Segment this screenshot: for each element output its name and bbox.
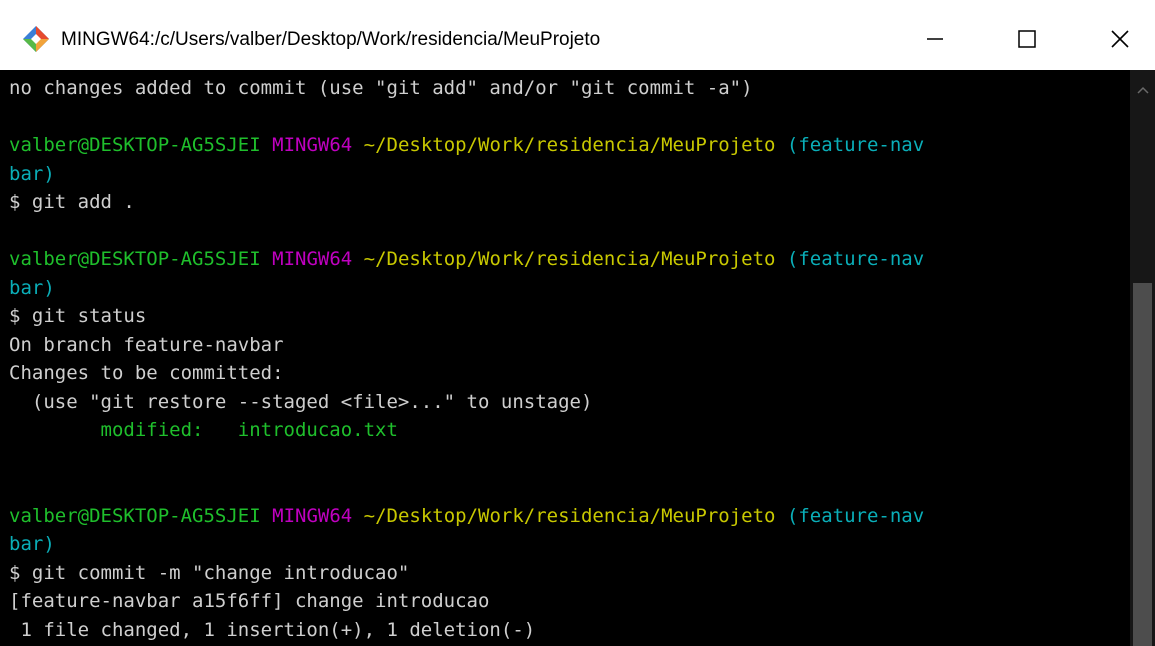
- terminal-line: On branch feature-navbar: [9, 331, 1130, 360]
- terminal-line: modified: introducao.txt: [9, 416, 1130, 445]
- terminal-line: [feature-navbar a15f6ff] change introduc…: [9, 587, 1130, 616]
- terminal-text-segment: Changes to be committed:: [9, 362, 284, 384]
- terminal-text-segment: $ git status: [9, 305, 147, 327]
- terminal-text-segment: $ git commit -m "change introducao": [9, 561, 410, 584]
- chevron-up-icon: [1136, 86, 1149, 94]
- terminal-line: bar): [9, 530, 1130, 559]
- terminal-text-segment: ~/Desktop/Work/residencia/MeuProjeto: [363, 504, 776, 527]
- terminal-line: (use "git restore --staged <file>..." to…: [9, 388, 1130, 417]
- terminal-text-segment: no changes added to commit (use "git add…: [9, 77, 753, 99]
- terminal-text-segment: (feature-nav: [786, 134, 925, 156]
- window-title: MINGW64:/c/Users/valber/Desktop/Work/res…: [61, 29, 601, 50]
- terminal-line: bar): [9, 160, 1130, 189]
- terminal-line: Changes to be committed:: [9, 359, 1130, 388]
- scroll-up-button[interactable]: [1130, 78, 1155, 102]
- terminal-line: $ git commit -m "change introducao": [9, 559, 1130, 588]
- terminal-line: valber@DESKTOP-AG5SJEI MINGW64 ~/Desktop…: [9, 502, 1130, 531]
- terminal-line: $ git add .: [9, 188, 1130, 217]
- terminal-line: valber@DESKTOP-AG5SJEI MINGW64 ~/Desktop…: [9, 131, 1130, 160]
- terminal-text-segment: 1 file changed, 1 insertion(+), 1 deleti…: [9, 618, 536, 641]
- terminal-text-segment: ~/Desktop/Work/residencia/MeuProjeto: [363, 134, 776, 156]
- terminal-text-segment: (feature-nav: [786, 504, 925, 527]
- terminal-text-segment: valber@DESKTOP-AG5SJEI: [9, 504, 261, 527]
- terminal-text-segment: valber@DESKTOP-AG5SJEI: [9, 248, 261, 270]
- terminal-text-segment: $ git add .: [9, 191, 135, 213]
- terminal-text-segment: MINGW64: [272, 248, 353, 270]
- minimize-icon: [927, 38, 943, 40]
- terminal-text-segment: On branch feature-navbar: [9, 333, 284, 356]
- terminal-text-segment: [feature-navbar a15f6ff] change introduc…: [9, 590, 490, 612]
- vertical-scrollbar[interactable]: [1130, 70, 1155, 646]
- terminal-line: $ git status: [9, 302, 1130, 331]
- maximize-button[interactable]: [992, 14, 1062, 64]
- title-bar[interactable]: MINGW64:/c/Users/valber/Desktop/Work/res…: [0, 0, 1155, 70]
- scroll-thumb[interactable]: [1133, 283, 1152, 646]
- terminal-text-segment: valber@DESKTOP-AG5SJEI: [9, 134, 261, 156]
- close-button[interactable]: [1085, 14, 1155, 64]
- minimize-button[interactable]: [900, 14, 970, 64]
- terminal-window: MINGW64:/c/Users/valber/Desktop/Work/res…: [0, 0, 1155, 646]
- terminal-text-segment: MINGW64: [272, 504, 353, 527]
- terminal-text-segment: bar): [9, 162, 55, 185]
- terminal-text-segment: (feature-nav: [786, 248, 925, 270]
- close-icon: [1111, 30, 1129, 48]
- terminal-line: 1 file changed, 1 insertion(+), 1 deleti…: [9, 616, 1130, 645]
- terminal-line: bar): [9, 274, 1130, 303]
- terminal-output[interactable]: no changes added to commit (use "git add…: [0, 70, 1130, 646]
- git-bash-icon: [23, 26, 49, 52]
- terminal-text-segment: bar): [9, 533, 55, 555]
- maximize-icon: [1018, 30, 1036, 48]
- terminal-text-segment: modified: introducao.txt: [9, 419, 398, 441]
- terminal-text-segment: (use "git restore --staged <file>..." to…: [9, 390, 593, 413]
- terminal-line: no changes added to commit (use "git add…: [9, 74, 1130, 103]
- terminal-text-segment: ~/Desktop/Work/residencia/MeuProjeto: [363, 248, 776, 270]
- terminal-line: valber@DESKTOP-AG5SJEI MINGW64 ~/Desktop…: [9, 245, 1130, 274]
- terminal-text-segment: bar): [9, 276, 55, 299]
- terminal-text-segment: MINGW64: [272, 134, 353, 156]
